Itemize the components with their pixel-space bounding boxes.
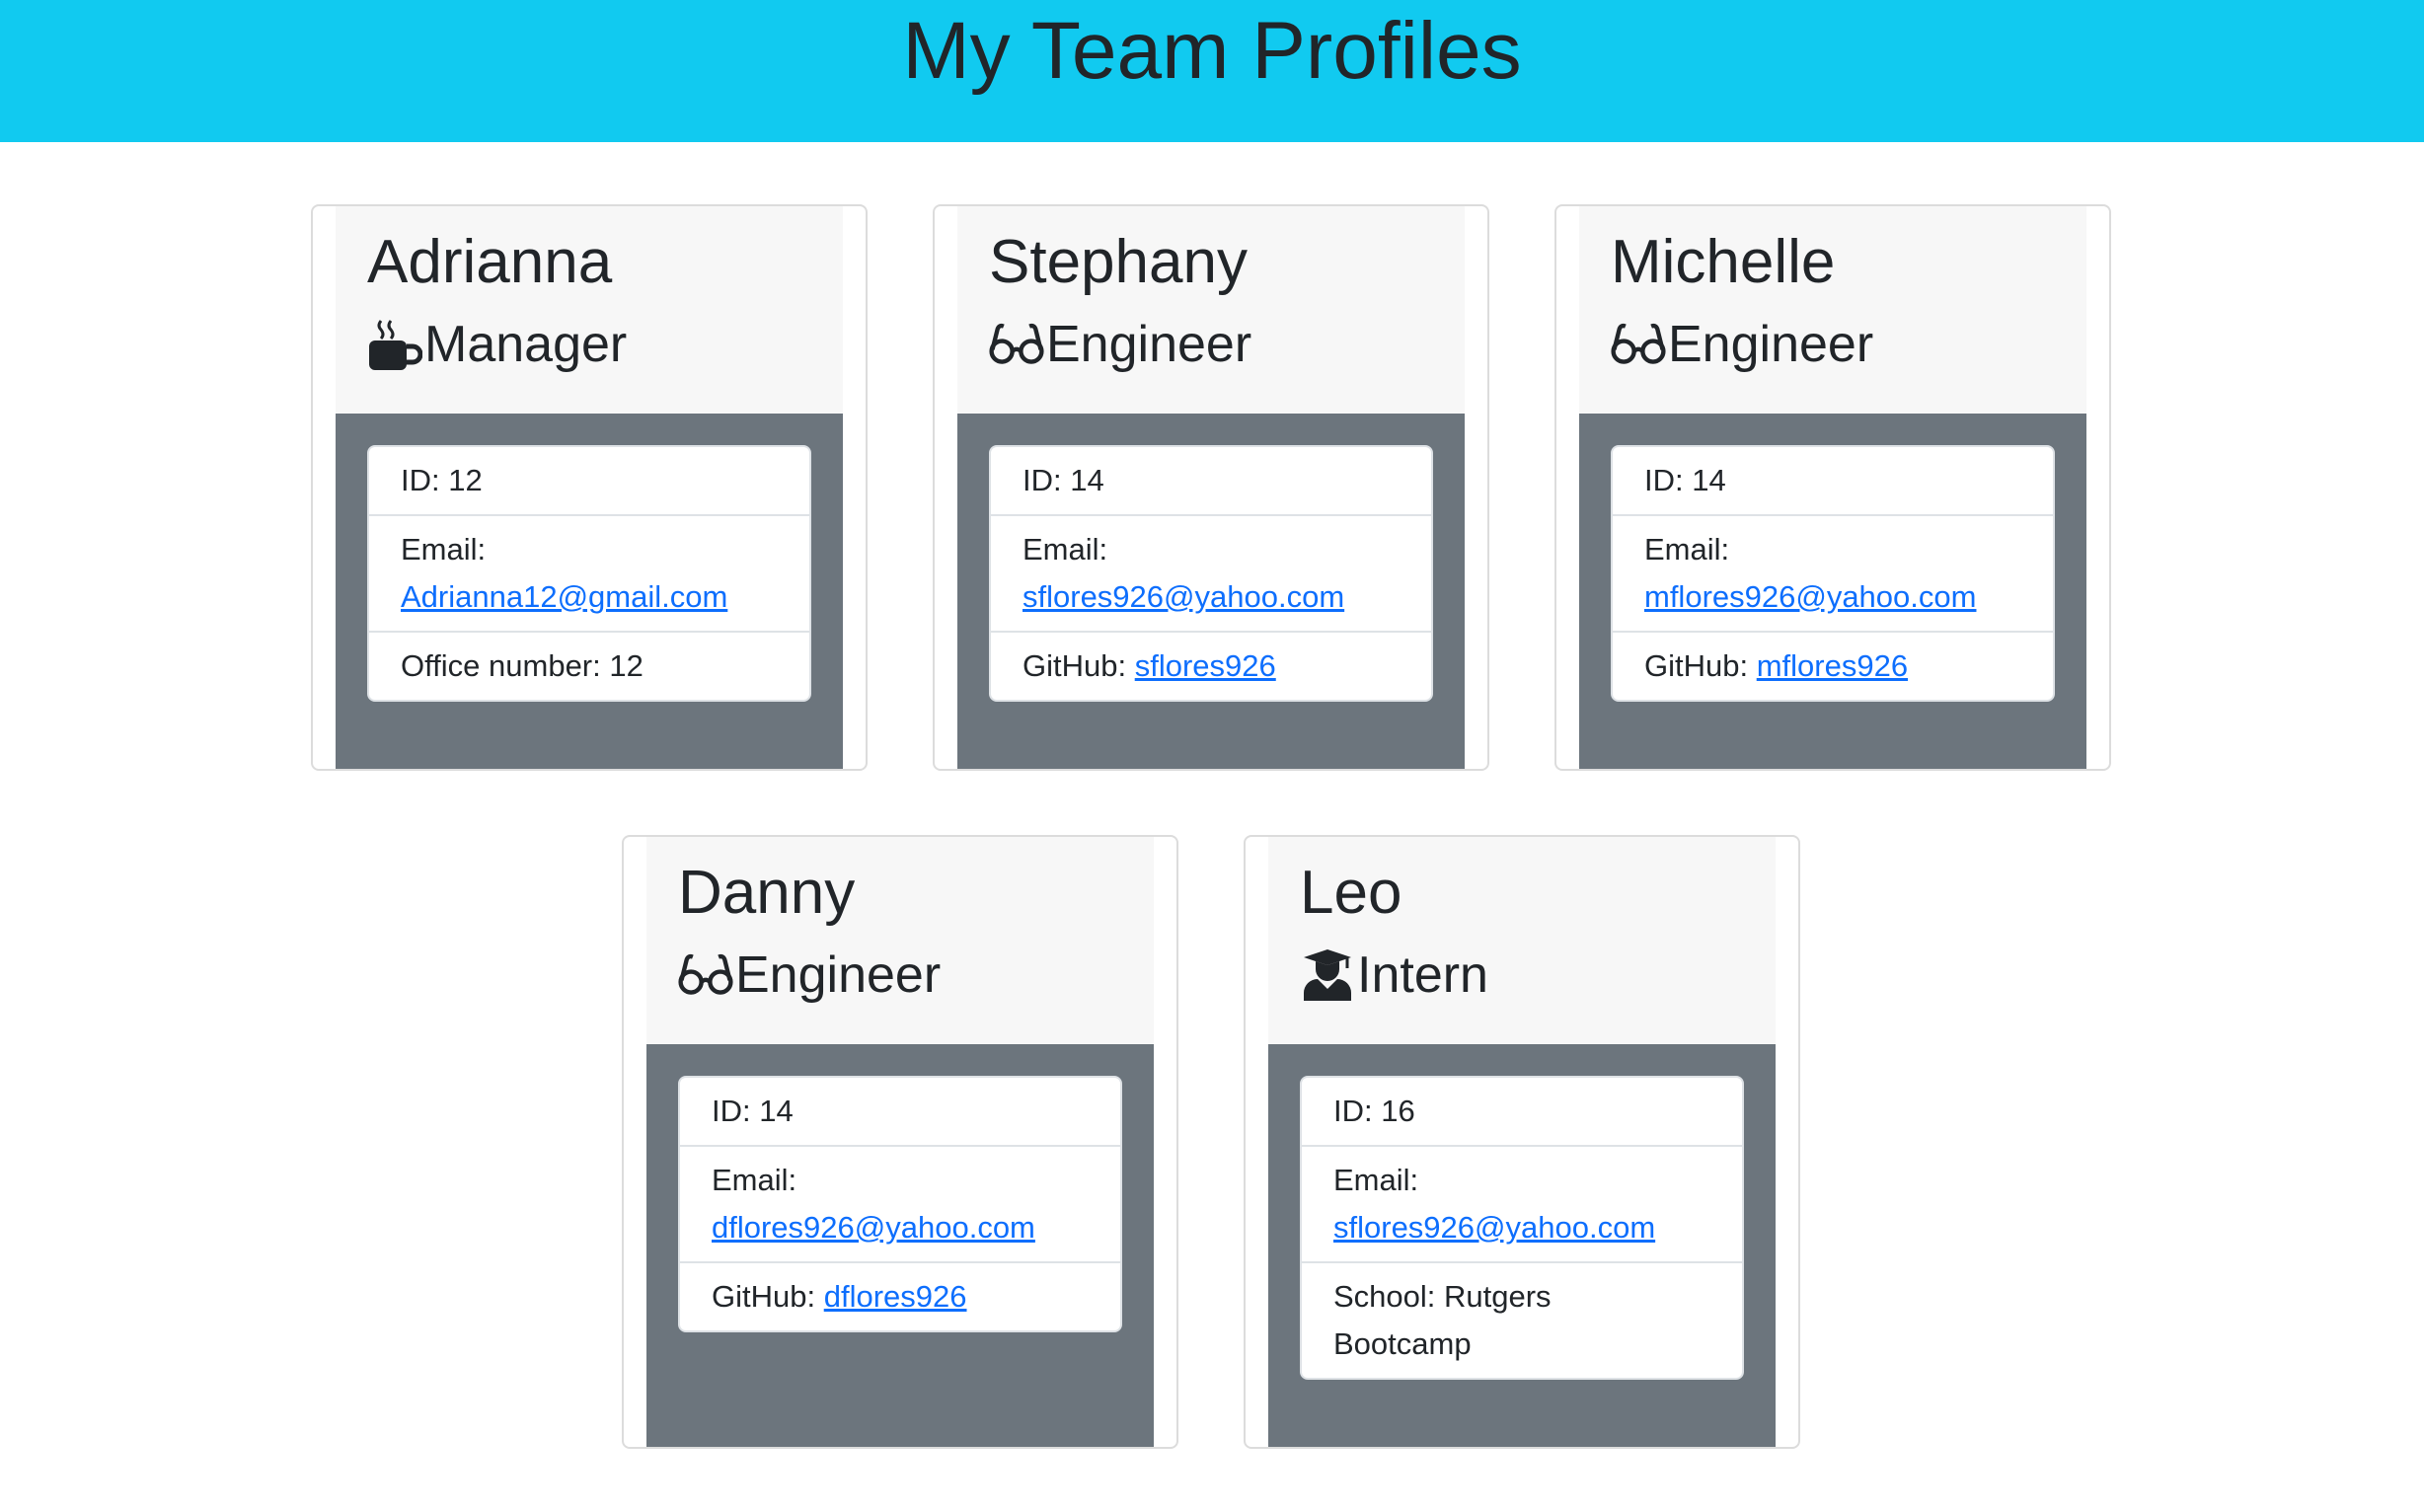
email-link[interactable]: dflores926@yahoo.com bbox=[712, 1210, 1035, 1245]
employee-card-danny: Danny Engineer ID: 14 Email: dflores926@… bbox=[622, 835, 1178, 1449]
employee-card-stephany: Stephany Engineer ID: 14 Email: sflores9… bbox=[933, 204, 1489, 771]
info-list: ID: 16 Email: sflores926@yahoo.com Schoo… bbox=[1300, 1076, 1744, 1380]
role-label: Manager bbox=[424, 316, 628, 373]
card-header: Leo Intern bbox=[1268, 837, 1776, 1044]
github-link[interactable]: mflores926 bbox=[1757, 648, 1908, 683]
email-item: Email: sflores926@yahoo.com bbox=[991, 514, 1431, 631]
card-header: Michelle Engineer bbox=[1579, 206, 2086, 414]
email-link[interactable]: sflores926@yahoo.com bbox=[1333, 1210, 1655, 1245]
employee-card-adrianna: Adrianna Manager ID: 12 Email: Adrianna1… bbox=[311, 204, 868, 771]
email-label: Email: bbox=[1644, 532, 1730, 567]
role-label: Engineer bbox=[1668, 316, 1874, 373]
glasses-icon bbox=[678, 947, 733, 1003]
employee-role: Engineer bbox=[678, 944, 1122, 1007]
id-item: ID: 14 bbox=[712, 1094, 794, 1128]
email-label: Email: bbox=[1333, 1163, 1419, 1197]
card-body: Leo Intern ID: 16 Email: sflores926@yaho… bbox=[1268, 837, 1776, 1447]
github-item: GitHub: sflores926 bbox=[991, 631, 1431, 700]
employee-card-leo: Leo Intern ID: 16 Email: sflores926@yaho… bbox=[1244, 835, 1800, 1449]
glasses-icon bbox=[1611, 317, 1666, 372]
graduate-icon bbox=[1300, 947, 1355, 1003]
employee-role: Engineer bbox=[1611, 313, 2055, 376]
employee-name: Danny bbox=[678, 859, 856, 927]
mug-hot-icon bbox=[367, 317, 422, 372]
school-item: School: Rutgers Bootcamp bbox=[1302, 1261, 1742, 1378]
github-label: GitHub: bbox=[1023, 648, 1135, 683]
email-item: Email: Adrianna12@gmail.com bbox=[369, 514, 809, 631]
employee-role: Engineer bbox=[989, 313, 1433, 376]
employee-role: Intern bbox=[1300, 944, 1744, 1007]
card-header: Stephany Engineer bbox=[957, 206, 1465, 414]
page-header: My Team Profiles bbox=[0, 0, 2424, 142]
email-label: Email: bbox=[401, 532, 487, 567]
email-label: Email: bbox=[1023, 532, 1108, 567]
github-label: GitHub: bbox=[712, 1279, 824, 1314]
glasses-icon bbox=[989, 317, 1044, 372]
employee-name: Michelle bbox=[1611, 228, 1836, 296]
page-title: My Team Profiles bbox=[902, 6, 1522, 96]
employee-name: Leo bbox=[1300, 859, 1402, 927]
email-item: Email: dflores926@yahoo.com bbox=[680, 1145, 1120, 1261]
github-label: GitHub: bbox=[1644, 648, 1757, 683]
info-list: ID: 14 Email: sflores926@yahoo.com GitHu… bbox=[989, 445, 1433, 702]
card-body: Danny Engineer ID: 14 Email: dflores926@… bbox=[646, 837, 1154, 1447]
email-link[interactable]: mflores926@yahoo.com bbox=[1644, 579, 1976, 614]
id-item: ID: 12 bbox=[401, 463, 483, 497]
info-list: ID: 14 Email: mflores926@yahoo.com GitHu… bbox=[1611, 445, 2055, 702]
id-item: ID: 14 bbox=[1644, 463, 1726, 497]
card-header: Adrianna Manager bbox=[336, 206, 843, 414]
github-link[interactable]: sflores926 bbox=[1135, 648, 1276, 683]
card-body: Stephany Engineer ID: 14 Email: sflores9… bbox=[957, 206, 1465, 769]
role-label: Engineer bbox=[735, 946, 942, 1004]
id-item: ID: 14 bbox=[1023, 463, 1104, 497]
card-body: Adrianna Manager ID: 12 Email: Adrianna1… bbox=[336, 206, 843, 769]
github-item: GitHub: dflores926 bbox=[680, 1261, 1120, 1330]
info-list: ID: 14 Email: dflores926@yahoo.com GitHu… bbox=[678, 1076, 1122, 1332]
email-link[interactable]: Adrianna12@gmail.com bbox=[401, 579, 727, 614]
github-item: GitHub: mflores926 bbox=[1613, 631, 2053, 700]
employee-name: Adrianna bbox=[367, 228, 613, 296]
role-label: Engineer bbox=[1046, 316, 1252, 373]
role-label: Intern bbox=[1357, 946, 1488, 1004]
card-body: Michelle Engineer ID: 14 Email: mflores9… bbox=[1579, 206, 2086, 769]
info-list: ID: 12 Email: Adrianna12@gmail.com Offic… bbox=[367, 445, 811, 702]
id-item: ID: 16 bbox=[1333, 1094, 1415, 1128]
card-header: Danny Engineer bbox=[646, 837, 1154, 1044]
email-label: Email: bbox=[712, 1163, 797, 1197]
email-link[interactable]: sflores926@yahoo.com bbox=[1023, 579, 1344, 614]
email-item: Email: sflores926@yahoo.com bbox=[1302, 1145, 1742, 1261]
employee-card-michelle: Michelle Engineer ID: 14 Email: mflores9… bbox=[1554, 204, 2111, 771]
employee-name: Stephany bbox=[989, 228, 1248, 296]
email-item: Email: mflores926@yahoo.com bbox=[1613, 514, 2053, 631]
office-number-item: Office number: 12 bbox=[369, 631, 809, 700]
github-link[interactable]: dflores926 bbox=[824, 1279, 967, 1314]
employee-role: Manager bbox=[367, 313, 811, 376]
